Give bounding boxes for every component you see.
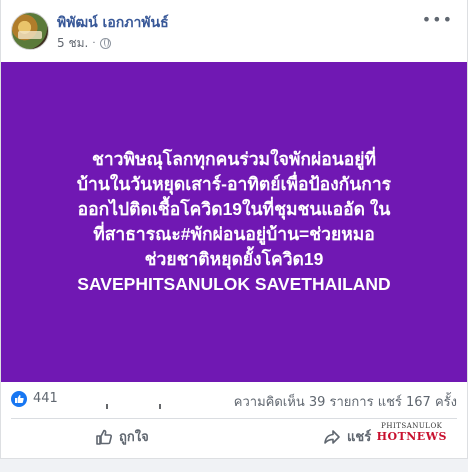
like-label: ถูกใจ [119,430,149,445]
author-name[interactable]: พิพัฒน์ เอกภาพันธ์ [57,12,169,34]
divider-mark [106,404,108,409]
watermark-logo: PHITSANULOK HOTNEWS [377,422,447,443]
share-count[interactable]: แชร์ 167 ครั้ง [378,395,457,410]
share-button[interactable]: แชร์ [323,426,371,447]
post-stats: 441 ความคิดเห็น 39 รายการ แชร์ 167 ครั้ง [1,384,467,414]
avatar[interactable] [11,12,49,50]
like-button[interactable]: ถูกใจ [95,426,149,447]
divider-mark [159,404,161,409]
post-time[interactable]: 5 ชม. [57,34,88,53]
meta-separator: · [92,38,96,49]
post-image[interactable]: ชาวพิษณุโลกทุกคนร่วมใจพักผ่อนอยู่ที่ บ้า… [1,62,467,382]
globe-icon[interactable] [99,38,111,49]
post-header: พิพัฒน์ เอกภาพันธ์ 5 ชม. · ••• [1,0,467,60]
share-label: แชร์ [347,430,372,445]
watermark-top: PHITSANULOK [381,422,443,430]
like-count[interactable]: 441 [33,391,58,406]
action-bar: ถูกใจ แชร์ PHITSANULOK HOTNEWS [1,422,467,454]
thumbs-up-icon [96,429,113,445]
post-card: พิพัฒน์ เอกภาพันธ์ 5 ชม. · ••• ชาวพิษณุโ… [0,0,468,459]
more-horiz-icon[interactable]: ••• [422,10,453,29]
post-image-text: ชาวพิษณุโลกทุกคนร่วมใจพักผ่อนอยู่ที่ บ้า… [76,149,392,294]
engagement-counts: ความคิดเห็น 39 รายการ แชร์ 167 ครั้ง [234,391,457,412]
share-arrow-icon [324,429,340,444]
thumbs-up-icon[interactable] [11,391,27,407]
watermark-bottom: HOTNEWS [376,430,447,443]
comment-count[interactable]: ความคิดเห็น 39 รายการ [234,395,374,410]
divider [11,418,457,419]
post-meta: 5 ชม. · [57,34,111,53]
